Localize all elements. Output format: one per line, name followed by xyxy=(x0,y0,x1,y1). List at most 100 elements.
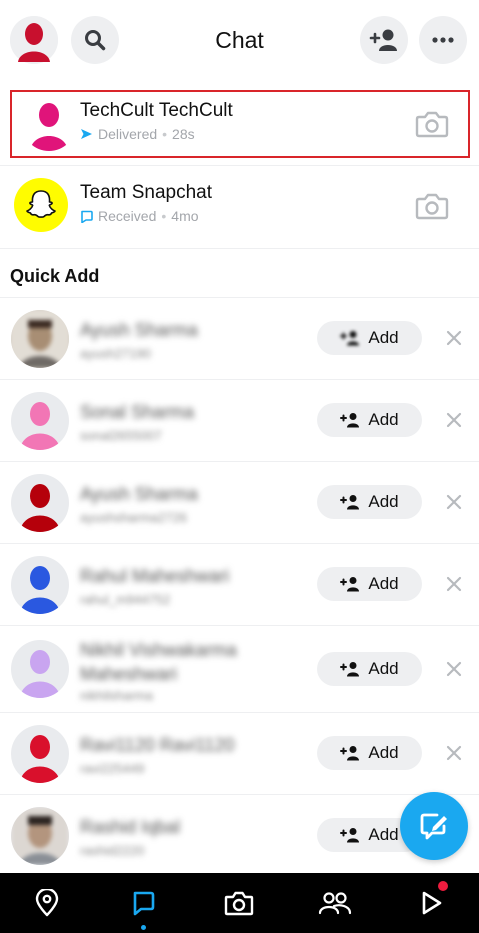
chat-row-team-snapchat[interactable]: Team Snapchat Received • 4mo xyxy=(0,166,479,248)
chat-row-techcult[interactable]: TechCult TechCult Delivered • 28s xyxy=(10,90,470,158)
dismiss-button[interactable] xyxy=(444,328,464,348)
add-label: Add xyxy=(368,328,399,347)
active-indicator xyxy=(141,925,146,930)
add-label: Add xyxy=(368,410,399,429)
nav-chat[interactable] xyxy=(125,885,161,921)
add-friend-icon xyxy=(340,828,360,843)
close-icon xyxy=(446,745,462,761)
suggested-name: Ayush Sharma xyxy=(80,320,198,340)
separator: • xyxy=(162,126,168,142)
suggested-username: ayushsharma2726 xyxy=(80,510,187,525)
suggested-name: Ravi1120 Ravi1120 xyxy=(80,735,235,755)
add-label: Add xyxy=(368,825,399,844)
map-icon xyxy=(35,889,59,917)
avatar xyxy=(11,640,69,698)
add-label: Add xyxy=(368,574,399,593)
add-friend-icon xyxy=(340,746,360,761)
quick-add-title: Quick Add xyxy=(10,266,100,286)
quick-add-row[interactable]: Rahul Maheshwari rahul_m944752 Add xyxy=(0,544,479,626)
separator: • xyxy=(161,208,167,224)
dismiss-button[interactable] xyxy=(444,574,464,594)
quick-add-row[interactable]: Sonal Sharma sonal2655007 Add xyxy=(0,380,479,462)
suggested-username: rahul_m944752 xyxy=(80,592,171,607)
quick-add-row[interactable]: Ravi1120 Ravi1120 ravi225449 Add xyxy=(0,713,479,795)
close-icon xyxy=(446,661,462,677)
add-friend-icon xyxy=(369,29,397,51)
close-icon xyxy=(446,576,462,592)
add-friend-icon xyxy=(340,662,360,677)
quick-add-row[interactable]: Ayush Sharma ayush27190 Add xyxy=(0,298,479,380)
suggested-username: sonal2655007 xyxy=(80,428,162,443)
avatar xyxy=(14,178,68,232)
avatar xyxy=(11,725,69,783)
nav-stories[interactable] xyxy=(317,885,353,921)
add-button[interactable]: Add xyxy=(317,652,422,686)
snapchat-ghost-icon xyxy=(26,190,56,218)
add-button[interactable]: Add xyxy=(317,485,422,519)
camera-icon xyxy=(415,193,449,220)
header: Chat xyxy=(0,0,479,84)
nav-map[interactable] xyxy=(29,885,65,921)
camera-icon xyxy=(415,111,449,138)
add-friend-icon xyxy=(340,577,360,592)
suggested-username: nikhilsharma xyxy=(80,688,153,703)
add-button[interactable]: Add xyxy=(317,403,422,437)
notification-dot xyxy=(438,881,448,891)
dismiss-button[interactable] xyxy=(444,492,464,512)
dismiss-button[interactable] xyxy=(444,659,464,679)
camera-reply-button[interactable] xyxy=(414,106,450,142)
divider xyxy=(0,248,479,249)
close-icon xyxy=(446,412,462,428)
add-friend-icon xyxy=(340,413,360,428)
avatar xyxy=(11,556,69,614)
new-chat-button[interactable] xyxy=(400,792,468,860)
suggested-username: ayush27190 xyxy=(80,346,151,361)
dismiss-button[interactable] xyxy=(444,743,464,763)
quick-add-row[interactable]: Nikhil Vishwakarma Maheshwari nikhilshar… xyxy=(0,626,479,712)
camera-reply-button[interactable] xyxy=(414,188,450,224)
add-button[interactable]: Add xyxy=(317,321,422,355)
add-label: Add xyxy=(368,659,399,678)
bottom-nav xyxy=(0,873,479,933)
add-friend-icon xyxy=(340,495,360,510)
add-friend-icon xyxy=(340,331,360,346)
camera-icon xyxy=(224,891,254,916)
nav-camera[interactable] xyxy=(221,885,257,921)
chat-name: TechCult TechCult xyxy=(80,100,233,121)
avatar xyxy=(11,807,69,865)
close-icon xyxy=(446,494,462,510)
received-chat-icon xyxy=(81,210,93,223)
dismiss-button[interactable] xyxy=(444,410,464,430)
add-friend-button[interactable] xyxy=(360,16,408,64)
status-text: Delivered xyxy=(98,126,158,142)
add-button[interactable]: Add xyxy=(317,567,422,601)
add-label: Add xyxy=(368,492,399,511)
suggested-name: Ayush Sharma xyxy=(80,484,198,504)
quick-add-row[interactable]: Ayush Sharma ayushsharma2726 Add xyxy=(0,462,479,544)
avatar xyxy=(11,392,69,450)
chat-name: Team Snapchat xyxy=(80,182,213,203)
suggested-name: Nikhil Vishwakarma Maheshwari xyxy=(80,640,237,684)
more-icon xyxy=(432,37,454,43)
spotlight-icon xyxy=(422,891,442,915)
stories-icon xyxy=(318,892,352,915)
suggested-username: rashid2220 xyxy=(80,843,145,858)
status-time: 4mo xyxy=(171,208,199,224)
add-button[interactable]: Add xyxy=(317,736,422,770)
avatar xyxy=(11,474,69,532)
status-time: 28s xyxy=(172,126,195,142)
add-label: Add xyxy=(368,743,399,762)
suggested-name: Rashid Iqbal xyxy=(80,817,181,837)
more-button[interactable] xyxy=(419,16,467,64)
status-text: Received xyxy=(98,208,157,224)
avatar xyxy=(22,97,76,151)
compose-icon xyxy=(420,813,447,840)
chat-icon xyxy=(133,891,155,916)
chat-status: Delivered • 28s xyxy=(80,126,195,142)
chat-status: Received • 4mo xyxy=(80,208,199,224)
suggested-name: Rahul Maheshwari xyxy=(80,566,230,586)
avatar xyxy=(11,310,69,368)
close-icon xyxy=(446,330,462,346)
delivered-arrow-icon xyxy=(81,129,92,139)
suggested-username: ravi225449 xyxy=(80,761,145,776)
